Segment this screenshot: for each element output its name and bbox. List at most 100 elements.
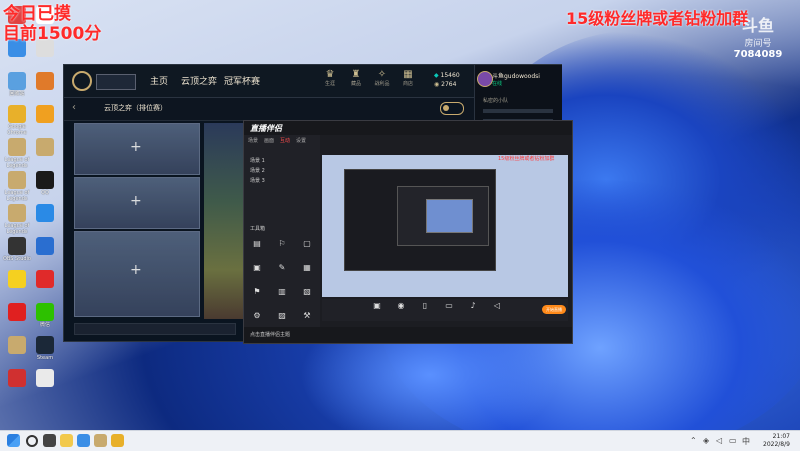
toolbox-item[interactable]: ▥ bbox=[271, 287, 293, 296]
desktop-icon-label: Google Chrome bbox=[7, 124, 27, 136]
tab-interact[interactable]: 互动 bbox=[280, 137, 290, 144]
plus-icon: + bbox=[130, 262, 142, 278]
lol-profile-button[interactable]: ♛ 生涯 bbox=[319, 69, 341, 87]
file-explorer-icon[interactable] bbox=[60, 434, 73, 447]
search-icon[interactable] bbox=[26, 435, 38, 447]
lol-nav-home[interactable]: 主页 bbox=[150, 74, 168, 87]
desktop-icon[interactable]: 微信 bbox=[30, 303, 60, 328]
app-icon bbox=[36, 138, 54, 156]
companion-preview bbox=[322, 155, 568, 297]
tray-chevron-icon[interactable]: ⌃ bbox=[690, 436, 697, 445]
desktop-icon[interactable] bbox=[30, 138, 60, 157]
tool-icon: ⚑ bbox=[253, 287, 261, 296]
riot-points-icon: ◉ bbox=[434, 81, 440, 88]
overlay-today-line: 今日已摸 bbox=[3, 4, 71, 24]
toolbox-item[interactable]: ▦ bbox=[296, 263, 318, 272]
lol-chat-input[interactable] bbox=[74, 323, 236, 335]
lol-toggle-switch[interactable] bbox=[440, 102, 464, 115]
desktop-icon-label: League of Legends bbox=[4, 157, 30, 169]
toolbox-item[interactable]: ⚙ bbox=[246, 311, 268, 320]
stream-companion-window[interactable]: 直播伴侣 场景 画面 互动 设置 场景 1 场景 2 场景 3 工具箱 ▤ ⚐ ▢ ▣… bbox=[243, 120, 573, 344]
toolbox-item[interactable]: ⚒ bbox=[296, 311, 318, 320]
tab-scenes[interactable]: 场景 bbox=[248, 137, 258, 144]
clock-time: 21:07 bbox=[772, 433, 790, 440]
app-icon bbox=[36, 270, 54, 288]
toolbox-item[interactable]: ▧ bbox=[296, 287, 318, 296]
desktop-icon[interactable] bbox=[2, 303, 32, 322]
tool-icon: ⚐ bbox=[278, 239, 286, 248]
desktop-icon[interactable] bbox=[30, 105, 60, 124]
tool-icon: ▨ bbox=[278, 311, 286, 320]
lol-collection-button[interactable]: ♜ 藏品 bbox=[345, 69, 367, 87]
scene-item-3[interactable]: 场景 3 bbox=[250, 177, 265, 184]
loot-icon: ✧ bbox=[377, 69, 387, 80]
social-row[interactable] bbox=[483, 109, 553, 113]
tray-volume-icon[interactable]: ◁ bbox=[716, 436, 722, 445]
desktop-icon[interactable] bbox=[30, 72, 60, 91]
tab-screen[interactable]: 画面 bbox=[264, 137, 274, 144]
toolbox-item[interactable]: ⚑ bbox=[246, 287, 268, 296]
desktop-icon[interactable] bbox=[30, 237, 60, 256]
desktop-icon[interactable]: League of Legends bbox=[2, 204, 32, 235]
crown-icon: ♛ bbox=[325, 69, 335, 80]
desktop-icon[interactable]: Google Chrome bbox=[2, 105, 32, 136]
lol-currency: ◆ 15460 ◉ 2764 bbox=[434, 71, 460, 89]
desktop-icon[interactable]: 回收站 bbox=[2, 72, 32, 97]
start-live-button[interactable]: 开始直播 bbox=[542, 305, 566, 314]
lol-loot-button[interactable]: ✧ 战利品 bbox=[371, 69, 393, 87]
desktop-icon[interactable] bbox=[2, 270, 32, 289]
desktop-icon[interactable]: League of Legends bbox=[2, 138, 32, 169]
lol-nav-tft[interactable]: 云顶之弈 bbox=[181, 74, 217, 87]
chrome-taskbar-icon[interactable] bbox=[111, 434, 124, 447]
desktop-icon[interactable]: OBS Studio bbox=[2, 237, 32, 262]
desktop-icon[interactable]: QQ bbox=[30, 171, 60, 196]
watermark-brand: 斗鱼 bbox=[741, 16, 774, 35]
tray-battery-icon[interactable]: ▭ bbox=[729, 436, 737, 445]
phone-icon: ▯ bbox=[422, 301, 428, 310]
tray-network-icon[interactable]: ◈ bbox=[703, 436, 709, 445]
toolbox-item[interactable]: ✎ bbox=[271, 263, 293, 272]
store-icon[interactable] bbox=[77, 434, 90, 447]
lol-nav-clash[interactable]: 冠军杯赛 bbox=[224, 74, 260, 87]
desktop-icon-label: 回收站 bbox=[9, 91, 25, 97]
toolbar-button[interactable]: ▭ bbox=[438, 301, 460, 310]
toolbar-button[interactable]: ◁ bbox=[486, 301, 508, 310]
scene-item-2[interactable]: 场景 2 bbox=[250, 167, 265, 174]
start-menu-icon[interactable] bbox=[7, 434, 20, 447]
desktop-icon[interactable] bbox=[30, 204, 60, 223]
lobby-slot-2[interactable]: + bbox=[74, 177, 200, 229]
companion-title-bar: 直播伴侣 bbox=[244, 121, 572, 135]
tab-settings[interactable]: 设置 bbox=[296, 137, 306, 144]
toolbox-item[interactable]: ▣ bbox=[246, 263, 268, 272]
back-arrow-icon[interactable]: ‹ bbox=[72, 102, 76, 113]
companion-left-panel: 场景 画面 互动 设置 场景 1 场景 2 场景 3 工具箱 ▤ ⚐ ▢ ▣ ✎ ▦ ⚑ ▥ ▧… bbox=[244, 135, 320, 343]
task-view-icon[interactable] bbox=[43, 434, 56, 447]
desktop-icon[interactable]: League of Legends bbox=[2, 171, 32, 202]
desktop-icon[interactable] bbox=[2, 369, 32, 388]
taskbar-clock[interactable]: 21:07 2022/8/9 bbox=[763, 433, 790, 449]
desktop-icon[interactable] bbox=[2, 336, 32, 355]
toolbar-button[interactable]: ♪ bbox=[462, 301, 484, 310]
scene-item-1[interactable]: 场景 1 bbox=[250, 157, 265, 164]
toolbar-button[interactable]: ◉ bbox=[390, 301, 412, 310]
lol-store-button[interactable]: ▦ 商店 bbox=[397, 69, 419, 87]
social-group-header[interactable]: 私密的小队 bbox=[483, 97, 508, 104]
lobby-slot-3[interactable]: + bbox=[74, 231, 200, 317]
toolbox-item[interactable]: ▢ bbox=[296, 239, 318, 248]
desktop-icon[interactable] bbox=[30, 369, 60, 388]
lol-play-button[interactable] bbox=[96, 74, 136, 90]
toolbox-item[interactable]: ▤ bbox=[246, 239, 268, 248]
toolbox-item[interactable]: ▨ bbox=[271, 311, 293, 320]
desktop-icon[interactable] bbox=[30, 270, 60, 289]
nested-preview-window-2 bbox=[397, 186, 489, 246]
toolbar-button[interactable]: ▯ bbox=[414, 301, 436, 310]
lol-taskbar-icon[interactable] bbox=[94, 434, 107, 447]
avatar[interactable] bbox=[477, 71, 493, 87]
app-icon bbox=[36, 105, 54, 123]
desktop-icon[interactable]: Steam bbox=[30, 336, 60, 361]
toolbox-item[interactable]: ⚐ bbox=[271, 239, 293, 248]
toolbar-button[interactable]: ▣ bbox=[366, 301, 388, 310]
lobby-slot-1[interactable]: + bbox=[74, 123, 200, 175]
tray-ime-icon[interactable]: 中 bbox=[742, 436, 750, 447]
desktop-icon-label: Steam bbox=[36, 355, 54, 361]
